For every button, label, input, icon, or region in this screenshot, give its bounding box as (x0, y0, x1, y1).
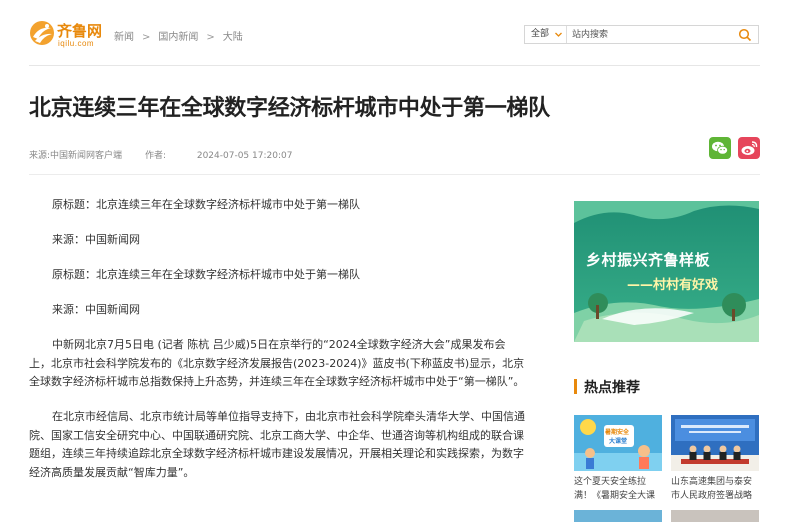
article-paragraph: 来源：中国新闻网 (52, 303, 140, 316)
hot-item-image (671, 415, 759, 471)
search-scope-select[interactable]: 全部 (525, 26, 567, 43)
article-title: 北京连续三年在全球数字经济标杆城市中处于第一梯队 (29, 96, 550, 121)
signing-ceremony-thumbnail (671, 415, 759, 471)
article-time: 2024-07-05 17:20:07 (196, 151, 293, 161)
breadcrumb-separator: > (142, 32, 151, 43)
breadcrumb-item-mainland[interactable]: 大陆 (223, 32, 243, 43)
hot-item-caption[interactable]: 山东高速集团与泰安市人民政府签署战略合作 (671, 475, 759, 503)
site-logo[interactable]: 齐鲁网 iqilu.com (29, 19, 107, 49)
search-input[interactable] (569, 26, 734, 43)
breadcrumb-separator: > (206, 32, 215, 43)
hot-item-image: 暑期安全 大课堂 (574, 415, 662, 471)
meta-divider (29, 174, 760, 175)
breadcrumb-item-news[interactable]: 新闻 (114, 32, 134, 43)
hot-item[interactable]: 暑期安全 大课堂 这个夏天安全练拉满！《暑期安全大课堂》五 (574, 415, 662, 503)
article-source[interactable]: 中国新闻网客户端 (50, 151, 122, 161)
article-body: 原标题：北京连续三年在全球数字经济标杆城市中处于第一梯队 来源：中国新闻网 原标… (29, 196, 527, 499)
article-paragraph: 原标题：北京连续三年在全球数字经济标杆城市中处于第一梯队 (52, 268, 360, 281)
article-paragraph: 原标题：北京连续三年在全球数字经济标杆城市中处于第一梯队 (52, 198, 360, 211)
source-label: 来源: (29, 151, 51, 161)
share-weibo-button[interactable] (738, 137, 760, 159)
sidebar-banner[interactable]: 乡村振兴齐鲁样板 ——村村有好戏 (574, 201, 759, 342)
wechat-icon (712, 141, 729, 155)
hot-item-image-partial[interactable] (671, 510, 759, 522)
search-icon[interactable] (738, 28, 752, 42)
hot-section-header: 热点推荐 (574, 376, 759, 396)
banner-headline: 乡村振兴齐鲁样板 (586, 251, 711, 269)
site-header: 齐鲁网 iqilu.com 新闻 > 国内新闻 > 大陆 全部 (0, 0, 800, 66)
hot-item-caption[interactable]: 这个夏天安全练拉满！《暑期安全大课堂》五 (574, 475, 662, 503)
site-search: 全部 (524, 25, 759, 44)
banner-subheadline: ——村村有好戏 (627, 278, 719, 293)
article-paragraph: 中新网北京7月5日电 (记者 陈杭 吕少威)5日在京举行的“2024全球数字经济… (29, 338, 525, 388)
author-label: 作者: (144, 151, 166, 161)
banner-landscape-image (574, 201, 759, 342)
hot-item-image-partial[interactable] (574, 510, 662, 522)
thumbnail-label-top: 暑期安全 (605, 429, 630, 436)
article-paragraph: 在北京市经信局、北京市统计局等单位指导支持下，由北京市社会科学院牵头清华大学、中… (29, 410, 525, 479)
logo-text: 齐鲁网 (57, 22, 103, 40)
article-paragraph: 来源：中国新闻网 (52, 233, 140, 246)
header-divider (29, 65, 760, 66)
hot-item[interactable]: 山东高速集团与泰安市人民政府签署战略合作 (671, 415, 759, 503)
hot-section-title: 热点推荐 (584, 380, 640, 396)
logo-swirl-icon (30, 21, 54, 45)
breadcrumb: 新闻 > 国内新闻 > 大陆 (114, 28, 243, 43)
weibo-icon (741, 141, 758, 155)
logo-domain: iqilu.com (58, 39, 95, 48)
article-meta: 来源:中国新闻网客户端 作者: 2024-07-05 17:20:07 (29, 148, 292, 161)
section-accent-bar (574, 379, 577, 394)
breadcrumb-item-domestic[interactable]: 国内新闻 (158, 32, 198, 43)
chevron-down-icon (555, 32, 562, 37)
share-wechat-button[interactable] (709, 137, 731, 159)
search-scope-value: 全部 (531, 29, 550, 39)
thumbnail-label-bottom: 大课堂 (609, 438, 628, 445)
